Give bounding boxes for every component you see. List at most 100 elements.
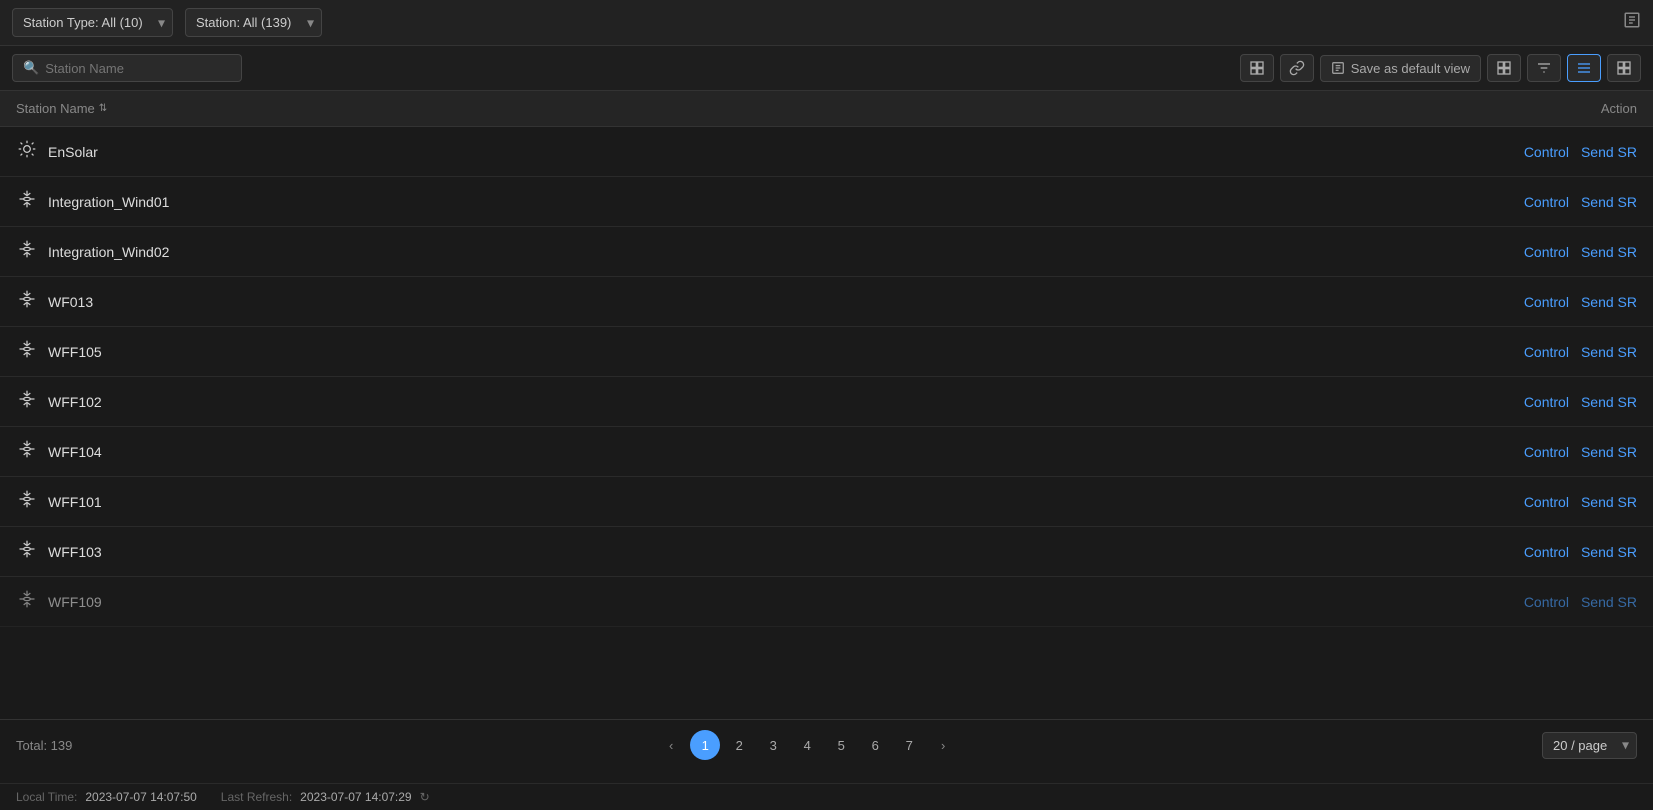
link-btn[interactable] (1280, 54, 1314, 82)
send-sr-link[interactable]: Send SR (1581, 594, 1637, 610)
station-name-cell: WF013 (16, 289, 1437, 314)
station-name-cell: WFF109 (16, 589, 1437, 614)
control-link[interactable]: Control (1524, 244, 1569, 260)
send-sr-link[interactable]: Send SR (1581, 394, 1637, 410)
station-type-icon (16, 539, 38, 564)
send-sr-link[interactable]: Send SR (1581, 544, 1637, 560)
control-link[interactable]: Control (1524, 344, 1569, 360)
col-header-station-name[interactable]: Station Name ⇅ (16, 101, 1437, 116)
columns-btn[interactable] (1487, 54, 1521, 82)
pagination-bar: Total: 139 ‹ 1 2 3 4 5 6 7 › 20 / page (0, 719, 1653, 770)
station-type-icon (16, 239, 38, 264)
station-type-icon (16, 339, 38, 364)
control-link[interactable]: Control (1524, 544, 1569, 560)
station-name-cell: WFF104 (16, 439, 1437, 464)
status-bar: Local Time: 2023-07-07 14:07:50 Last Ref… (0, 783, 1653, 810)
control-link[interactable]: Control (1524, 594, 1569, 610)
action-cell: Control Send SR (1437, 494, 1637, 510)
station-name-cell: Integration_Wind02 (16, 239, 1437, 264)
per-page-select[interactable]: 20 / page (1542, 732, 1637, 759)
next-page-btn[interactable]: › (928, 730, 958, 760)
toolbar-right: Save as default view (1240, 54, 1641, 82)
station-name-text: WFF103 (48, 544, 102, 560)
control-link[interactable]: Control (1524, 144, 1569, 160)
table-row: WFF104 Control Send SR (0, 427, 1653, 477)
send-sr-link[interactable]: Send SR (1581, 194, 1637, 210)
station-type-icon (16, 589, 38, 614)
page-btn-1[interactable]: 1 (690, 730, 720, 760)
filter-btn[interactable] (1527, 54, 1561, 82)
send-sr-link[interactable]: Send SR (1581, 494, 1637, 510)
send-sr-link[interactable]: Send SR (1581, 294, 1637, 310)
grid-view-btn[interactable] (1240, 54, 1274, 82)
station-type-icon (16, 289, 38, 314)
table-header: Station Name ⇅ Action (0, 91, 1653, 127)
control-link[interactable]: Control (1524, 394, 1569, 410)
table-row: WFF105 Control Send SR (0, 327, 1653, 377)
search-wrapper[interactable]: 🔍 (12, 54, 242, 82)
station-name-cell: WFF103 (16, 539, 1437, 564)
send-sr-link[interactable]: Send SR (1581, 144, 1637, 160)
action-cell: Control Send SR (1437, 194, 1637, 210)
station-type-filter[interactable]: Station Type: All (10) (12, 8, 173, 37)
station-name-text: WFF101 (48, 494, 102, 510)
station-name-cell: WFF105 (16, 339, 1437, 364)
station-name-text: WFF102 (48, 394, 102, 410)
page-btn-6[interactable]: 6 (860, 730, 890, 760)
table-row: Integration_Wind02 Control Send SR (0, 227, 1653, 277)
station-type-icon (16, 489, 38, 514)
local-time-label: Local Time: (16, 790, 77, 804)
station-name-text: Integration_Wind01 (48, 194, 169, 210)
table-row: WF013 Control Send SR (0, 277, 1653, 327)
page-btn-2[interactable]: 2 (724, 730, 754, 760)
search-bar: 🔍 Save as default view (0, 46, 1653, 91)
per-page-wrapper[interactable]: 20 / page (1542, 732, 1637, 759)
action-cell: Control Send SR (1437, 294, 1637, 310)
list-view-btn[interactable] (1567, 54, 1601, 82)
page-btn-3[interactable]: 3 (758, 730, 788, 760)
refresh-icon[interactable]: ↻ (420, 790, 430, 804)
card-view-btn[interactable] (1607, 54, 1641, 82)
page-btn-7[interactable]: 7 (894, 730, 924, 760)
station-name-cell: WFF102 (16, 389, 1437, 414)
export-icon[interactable] (1623, 11, 1641, 34)
page-btn-4[interactable]: 4 (792, 730, 822, 760)
action-cell: Control Send SR (1437, 244, 1637, 260)
search-input[interactable] (45, 61, 231, 76)
action-cell: Control Send SR (1437, 144, 1637, 160)
control-link[interactable]: Control (1524, 444, 1569, 460)
table-row: WFF103 Control Send SR (0, 527, 1653, 577)
station-name-cell: WFF101 (16, 489, 1437, 514)
station-name-text: WFF105 (48, 344, 102, 360)
page-btn-5[interactable]: 5 (826, 730, 856, 760)
table-row: WFF102 Control Send SR (0, 377, 1653, 427)
station-select[interactable]: Station: All (139) (185, 8, 322, 37)
action-cell: Control Send SR (1437, 394, 1637, 410)
table-row: Integration_Wind01 Control Send SR (0, 177, 1653, 227)
save-default-btn[interactable]: Save as default view (1320, 55, 1481, 82)
action-cell: Control Send SR (1437, 444, 1637, 460)
send-sr-link[interactable]: Send SR (1581, 444, 1637, 460)
table-container: EnSolar Control Send SR Integration_Wind… (0, 127, 1653, 627)
local-time-value: 2023-07-07 14:07:50 (85, 790, 196, 804)
action-cell: Control Send SR (1437, 344, 1637, 360)
send-sr-link[interactable]: Send SR (1581, 244, 1637, 260)
save-default-label: Save as default view (1351, 61, 1470, 76)
station-name-text: WF013 (48, 294, 93, 310)
station-filter[interactable]: Station: All (139) (185, 8, 322, 37)
total-count: Total: 139 (16, 738, 72, 753)
table-row: WFF101 Control Send SR (0, 477, 1653, 527)
control-link[interactable]: Control (1524, 494, 1569, 510)
prev-page-btn[interactable]: ‹ (656, 730, 686, 760)
action-cell: Control Send SR (1437, 544, 1637, 560)
station-type-select[interactable]: Station Type: All (10) (12, 8, 173, 37)
send-sr-link[interactable]: Send SR (1581, 344, 1637, 360)
station-name-text: EnSolar (48, 144, 98, 160)
station-name-text: WFF109 (48, 594, 102, 610)
control-link[interactable]: Control (1524, 294, 1569, 310)
pagination: ‹ 1 2 3 4 5 6 7 › (656, 730, 958, 760)
control-link[interactable]: Control (1524, 194, 1569, 210)
station-type-icon (16, 189, 38, 214)
station-name-cell: EnSolar (16, 139, 1437, 164)
station-type-icon (16, 439, 38, 464)
